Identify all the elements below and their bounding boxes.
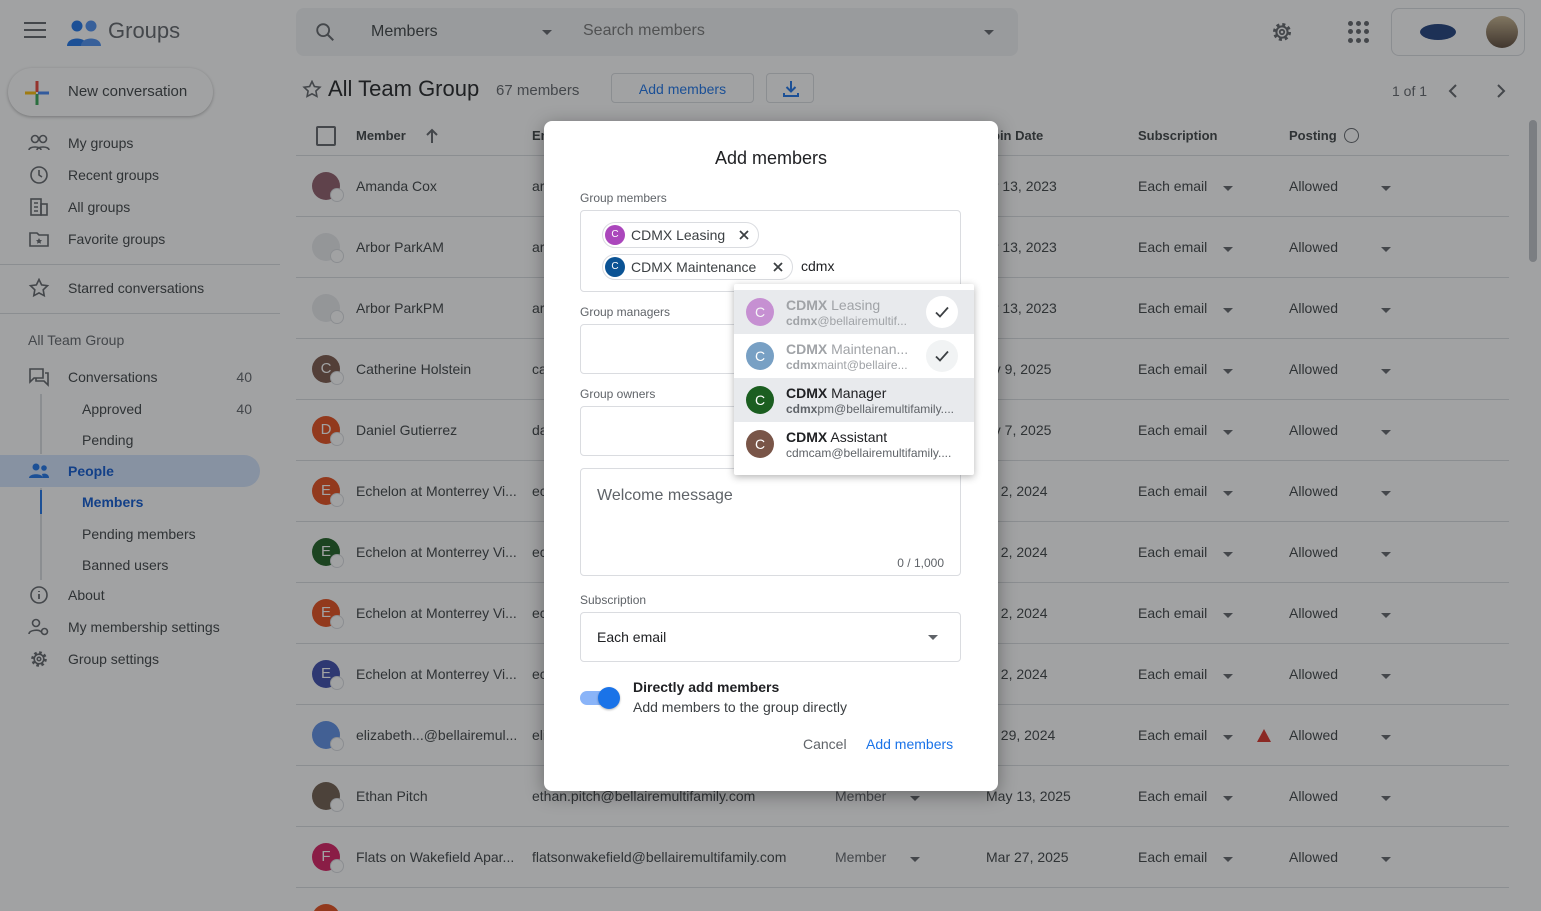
suggestion-name-match: CDMX	[786, 385, 828, 401]
group-owners-label: Group owners	[580, 387, 656, 401]
dialog-title: Add members	[714, 148, 828, 168]
suggestion-avatar: C	[746, 386, 774, 414]
suggestion-name: CDMX Manager	[786, 385, 964, 401]
selected-check-icon	[926, 340, 958, 372]
suggestion-email: cdmxpm@bellairemultifamily....	[786, 402, 964, 416]
welcome-message-placeholder: Welcome message	[597, 487, 733, 504]
suggestion-email: cdmx@bellairemultif...	[786, 314, 914, 328]
group-managers-label: Group managers	[580, 305, 671, 319]
suggestion-name-rest: Assistant	[827, 429, 888, 445]
chip-label: CDMX Maintenance	[631, 259, 757, 275]
suggestion-email-match: cdmx	[786, 358, 818, 372]
suggestion-email: cdmxmaint@bellaire...	[786, 358, 914, 372]
character-counter: 0 / 1,000	[897, 556, 944, 570]
suggestion-name-rest: Leasing	[827, 297, 881, 313]
chevron-down-icon	[928, 635, 938, 640]
member-chip[interactable]: C CDMX Leasing	[602, 222, 759, 248]
toggle-description: Add members to the group directly	[633, 699, 847, 715]
suggestion-email-rest: pm@bellairemultifamily....	[817, 402, 955, 416]
suggestion-name-rest: Manager	[827, 385, 887, 401]
suggestion-email-rest: @bellairemultif...	[817, 314, 907, 328]
toggle-knob[interactable]	[598, 687, 620, 709]
selected-check-icon	[926, 296, 958, 328]
cancel-button[interactable]: Cancel	[803, 736, 847, 752]
member-chip[interactable]: C CDMX Maintenance	[602, 254, 793, 280]
suggestion-name-rest: Maintenan...	[827, 341, 909, 357]
suggestion-email-match: cdmx	[786, 314, 818, 328]
welcome-message-field[interactable]: Welcome message 0 / 1,000	[580, 468, 961, 576]
subscription-value: Each email	[597, 629, 667, 645]
member-search-text[interactable]: cdmx	[801, 258, 834, 274]
suggestion-name: CDMX Leasing	[786, 297, 914, 313]
subscription-select[interactable]: Each email	[580, 612, 961, 662]
suggestion-item[interactable]: C CDMX Leasing cdmx@bellairemultif...	[734, 290, 974, 334]
remove-chip-icon[interactable]	[737, 228, 751, 242]
suggestion-email-match: cdmx	[786, 402, 818, 416]
suggestion-avatar: C	[746, 342, 774, 370]
suggestion-avatar: C	[746, 430, 774, 458]
suggestion-item[interactable]: C CDMX Maintenan... cdmxmaint@bellaire...	[734, 334, 974, 378]
suggestion-item[interactable]: C CDMX Manager cdmxpm@bellairemultifamily.…	[734, 378, 974, 422]
subscription-label: Subscription	[580, 593, 647, 607]
chip-label: CDMX Leasing	[631, 227, 726, 243]
suggestion-name-match: CDMX	[786, 297, 828, 313]
remove-chip-icon[interactable]	[771, 260, 785, 274]
suggestion-name: CDMX Assistant	[786, 429, 964, 445]
group-members-label: Group members	[580, 191, 667, 205]
suggestion-email-rest: maint@bellaire...	[817, 358, 908, 372]
suggestion-avatar: C	[746, 298, 774, 326]
suggestion-email: cdmcam@bellairemultifamily....	[786, 446, 964, 460]
suggestion-email-rest: cdmcam@bellairemultifamily....	[786, 446, 952, 460]
add-members-submit-button[interactable]: Add members	[866, 736, 953, 752]
suggestion-item[interactable]: C CDMX Assistant cdmcam@bellairemultifamil…	[734, 422, 974, 466]
chip-avatar: C	[605, 225, 625, 245]
suggestion-name-match: CDMX	[786, 341, 828, 357]
suggestion-name-match: CDMX	[786, 429, 828, 445]
suggestion-name: CDMX Maintenan...	[786, 341, 914, 357]
member-suggestions-dropdown: C CDMX Leasing cdmx@bellairemultif... C CDMX…	[734, 284, 974, 475]
chip-avatar: C	[605, 257, 625, 277]
group-members-field[interactable]: C CDMX Leasing C CDMX Maintenance cdmx	[580, 210, 961, 292]
toggle-title: Directly add members	[633, 679, 780, 695]
